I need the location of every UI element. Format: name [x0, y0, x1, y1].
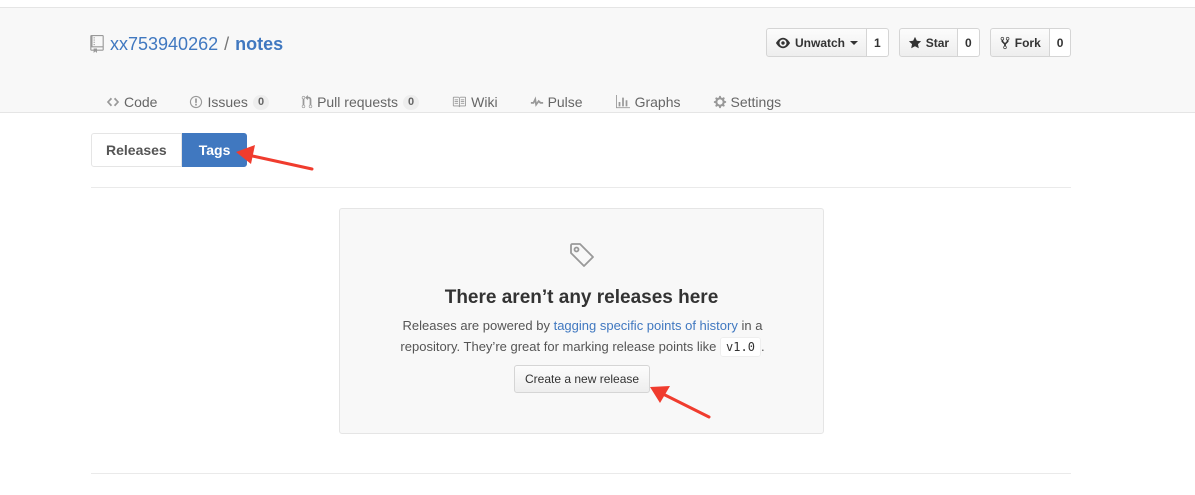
unwatch-label: Unwatch	[795, 35, 846, 50]
create-release-button[interactable]: Create a new release	[514, 365, 651, 393]
tag-icon	[568, 241, 596, 269]
eye-icon	[775, 36, 795, 50]
graph-icon	[615, 95, 635, 109]
pulse-icon	[530, 95, 548, 109]
repo-title: xx753940262 / notes	[90, 32, 283, 56]
fork-label: Fork	[1014, 35, 1041, 50]
divider	[91, 187, 1071, 188]
forks-count[interactable]: 0	[1049, 28, 1072, 57]
fork-group: Fork 0	[989, 28, 1072, 57]
repo-owner-link[interactable]: xx753940262	[110, 34, 218, 55]
pulls-counter: 0	[403, 94, 420, 110]
blankslate-description: Releases are powered by tagging specific…	[380, 315, 785, 358]
divider	[91, 473, 1071, 474]
unwatch-button[interactable]: Unwatch	[766, 28, 868, 57]
watch-group: Unwatch 1	[766, 28, 889, 57]
repo-icon	[90, 35, 106, 53]
nav-issues[interactable]: Issues 0	[173, 84, 285, 120]
repo-name-link[interactable]: notes	[235, 34, 283, 55]
path-separator: /	[224, 33, 230, 54]
issues-counter: 0	[252, 94, 270, 110]
nav-code-label: Code	[124, 94, 158, 110]
nav-settings-label: Settings	[730, 94, 782, 110]
issue-opened-icon	[189, 95, 207, 109]
star-label: Star	[925, 35, 950, 50]
nav-pulse[interactable]: Pulse	[514, 84, 599, 120]
nav-graphs[interactable]: Graphs	[599, 84, 697, 120]
star-icon	[908, 36, 926, 50]
caret-down-icon	[850, 40, 859, 45]
star-button[interactable]: Star	[898, 28, 959, 57]
nav-pulse-label: Pulse	[547, 94, 583, 110]
blankslate: There aren’t any releases here Releases …	[339, 208, 824, 434]
gear-icon	[713, 95, 731, 109]
top-strip	[0, 0, 1195, 8]
tab-tags[interactable]: Tags	[181, 133, 248, 167]
version-code: v1.0	[720, 337, 761, 357]
releases-subnav: Releases Tags	[91, 133, 248, 167]
code-icon	[106, 95, 124, 109]
nav-pulls-label: Pull requests	[317, 94, 398, 110]
repo-header: xx753940262 / notes Unwatch 1 Star 0 For…	[0, 8, 1195, 113]
watchers-count[interactable]: 1	[867, 28, 889, 57]
pagehead-actions: Unwatch 1 Star 0 Fork 0	[766, 28, 1072, 57]
nav-issues-label: Issues	[207, 94, 248, 110]
nav-pull-requests[interactable]: Pull requests 0	[285, 84, 435, 120]
nav-wiki[interactable]: Wiki	[435, 84, 513, 120]
book-icon	[451, 95, 471, 109]
nav-code[interactable]: Code	[90, 84, 173, 120]
tagging-help-link[interactable]: tagging specific points of history	[554, 318, 738, 333]
star-group: Star 0	[898, 28, 980, 57]
tab-releases[interactable]: Releases	[91, 133, 182, 167]
nav-wiki-label: Wiki	[471, 94, 498, 110]
nav-settings[interactable]: Settings	[697, 84, 798, 120]
fork-button[interactable]: Fork	[989, 28, 1050, 57]
fork-icon	[999, 36, 1015, 50]
description-text-1: Releases are powered by	[402, 318, 554, 333]
stars-count[interactable]: 0	[958, 28, 980, 57]
nav-graphs-label: Graphs	[634, 94, 681, 110]
blankslate-title: There aren’t any releases here	[444, 287, 719, 308]
repo-nav: Code Issues 0 Pull requests 0 Wiki Pulse…	[90, 84, 797, 120]
git-pull-request-icon	[301, 95, 317, 109]
description-text-end: .	[760, 339, 765, 354]
annotation-arrow-tags	[236, 145, 314, 171]
